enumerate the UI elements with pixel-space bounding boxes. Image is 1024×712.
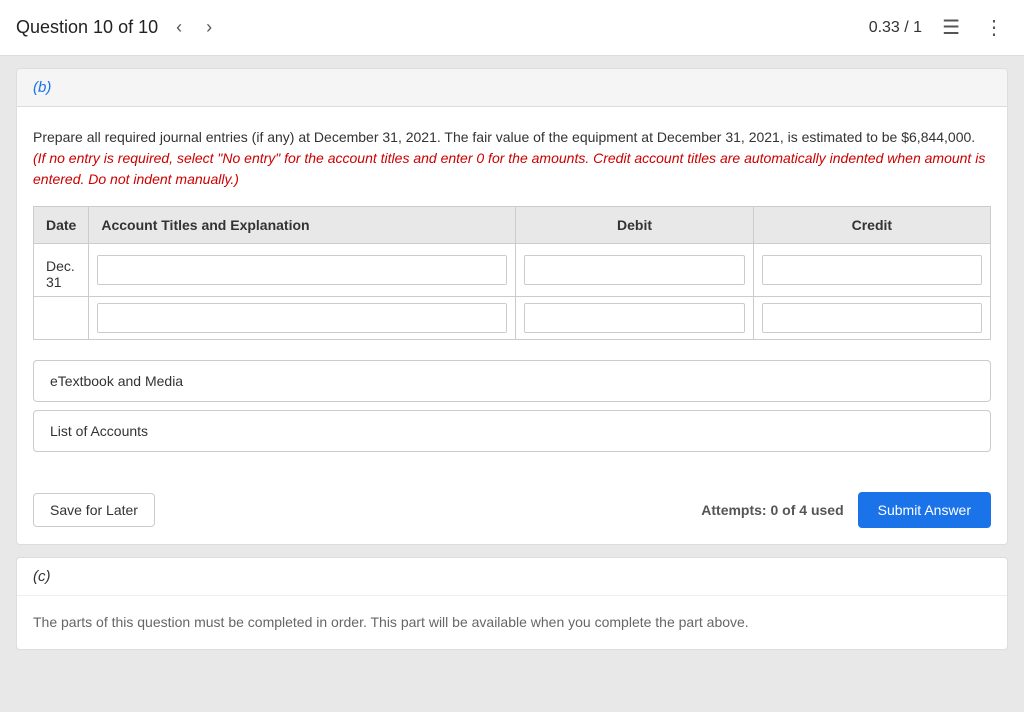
top-bar-left: Question 10 of 10 ‹ › bbox=[16, 13, 218, 42]
debit-input-1[interactable] bbox=[524, 255, 744, 285]
part-c-card: (c) The parts of this question must be c… bbox=[16, 557, 1008, 650]
col-header-account: Account Titles and Explanation bbox=[89, 207, 516, 244]
date-cell-1: Dec. 31 bbox=[34, 244, 89, 297]
attempts-text: Attempts: 0 of 4 used bbox=[701, 502, 843, 518]
credit-cell-2 bbox=[753, 297, 990, 340]
score-display: 0.33 / 1 bbox=[869, 19, 922, 37]
list-accounts-button[interactable]: List of Accounts bbox=[33, 410, 991, 452]
credit-cell-1 bbox=[753, 244, 990, 297]
credit-input-1[interactable] bbox=[762, 255, 982, 285]
question-title: Question 10 of 10 bbox=[16, 17, 158, 38]
part-b-card: (b) Prepare all required journal entries… bbox=[16, 68, 1008, 545]
prev-question-button[interactable]: ‹ bbox=[170, 13, 188, 42]
journal-row-1: Dec. 31 bbox=[34, 244, 991, 297]
main-content: (b) Prepare all required journal entries… bbox=[0, 56, 1024, 674]
debit-cell-2 bbox=[516, 297, 753, 340]
account-input-2[interactable] bbox=[97, 303, 507, 333]
part-c-availability-text: The parts of this question must be compl… bbox=[17, 596, 1007, 649]
submit-answer-button[interactable]: Submit Answer bbox=[858, 492, 991, 528]
top-bar-right: 0.33 / 1 ☰ ⋮ bbox=[869, 11, 1008, 44]
account-cell-2 bbox=[89, 297, 516, 340]
footer-right: Attempts: 0 of 4 used Submit Answer bbox=[701, 492, 991, 528]
debit-input-2[interactable] bbox=[524, 303, 744, 333]
question-main-text: Prepare all required journal entries (if… bbox=[33, 129, 975, 145]
part-b-body: Prepare all required journal entries (if… bbox=[17, 107, 1007, 480]
account-cell-1 bbox=[89, 244, 516, 297]
top-navigation-bar: Question 10 of 10 ‹ › 0.33 / 1 ☰ ⋮ bbox=[0, 0, 1024, 56]
question-instruction: (If no entry is required, select "No ent… bbox=[33, 150, 985, 187]
next-question-button[interactable]: › bbox=[200, 13, 218, 42]
account-input-1[interactable] bbox=[97, 255, 507, 285]
date-cell-2 bbox=[34, 297, 89, 340]
col-header-debit: Debit bbox=[516, 207, 753, 244]
part-b-footer: Save for Later Attempts: 0 of 4 used Sub… bbox=[17, 480, 1007, 544]
debit-cell-1 bbox=[516, 244, 753, 297]
save-for-later-button[interactable]: Save for Later bbox=[33, 493, 155, 527]
col-header-credit: Credit bbox=[753, 207, 990, 244]
more-options-button[interactable]: ⋮ bbox=[980, 11, 1008, 44]
etextbook-button[interactable]: eTextbook and Media bbox=[33, 360, 991, 402]
credit-input-2[interactable] bbox=[762, 303, 982, 333]
journal-entry-table: Date Account Titles and Explanation Debi… bbox=[33, 206, 991, 340]
list-icon-button[interactable]: ☰ bbox=[938, 11, 964, 44]
col-header-date: Date bbox=[34, 207, 89, 244]
journal-row-2 bbox=[34, 297, 991, 340]
part-c-label: (c) bbox=[17, 558, 1007, 596]
question-text: Prepare all required journal entries (if… bbox=[33, 127, 991, 190]
part-b-label: (b) bbox=[17, 69, 1007, 107]
